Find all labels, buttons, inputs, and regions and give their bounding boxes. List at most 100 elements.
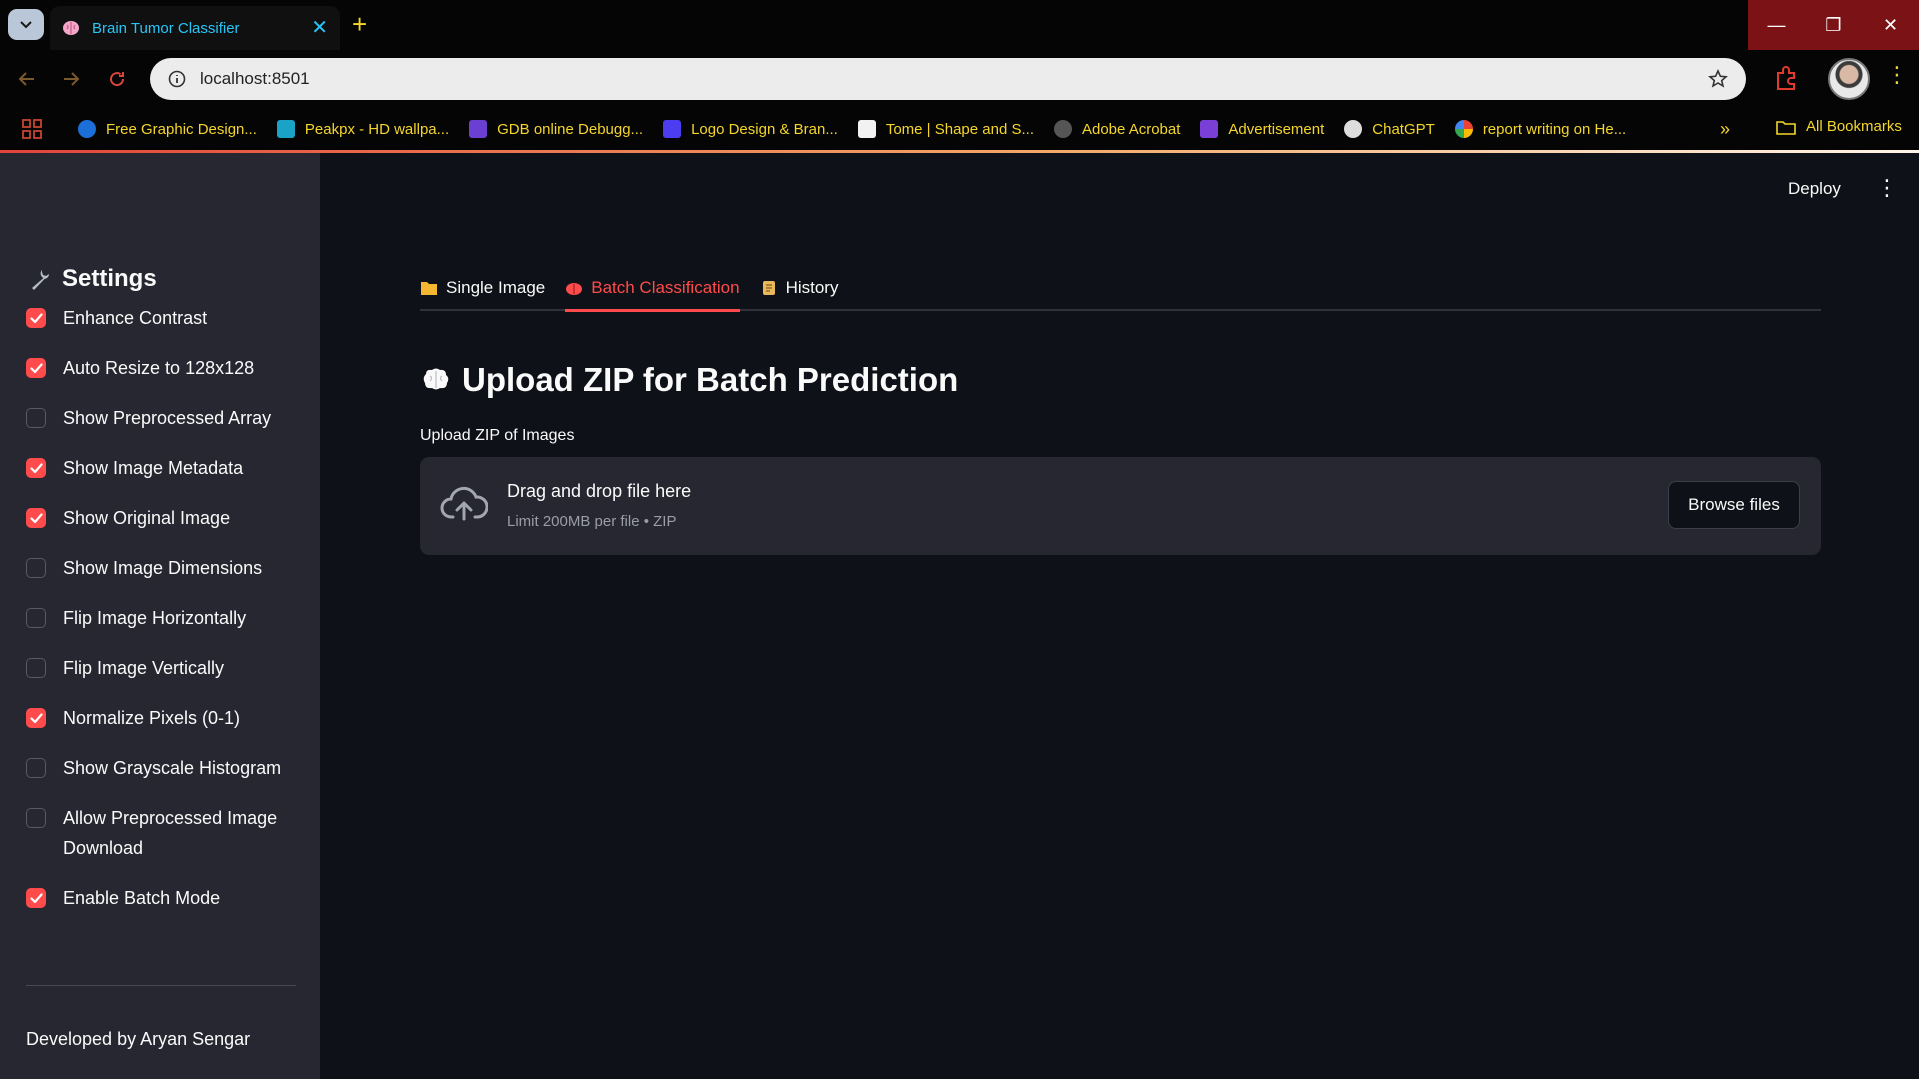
restore-button[interactable]: ❐	[1805, 0, 1862, 50]
settings-option[interactable]: Auto Resize to 128x128	[26, 353, 296, 383]
tab-bar: Single Image Batch Classification Histor…	[420, 267, 1821, 312]
chevron-down-icon	[20, 20, 32, 28]
checkbox-unchecked[interactable]	[26, 408, 46, 428]
advertisement-icon	[1200, 120, 1219, 138]
window-controls: — ❐ ✕	[1748, 0, 1919, 50]
scroll-icon	[762, 281, 775, 295]
checkbox-unchecked[interactable]	[26, 758, 46, 778]
checkbox-checked[interactable]	[26, 358, 46, 378]
bookmark-item[interactable]: report writing on He...	[1454, 120, 1626, 138]
avatar[interactable]	[1828, 58, 1870, 100]
settings-option-label: Show Image Metadata	[63, 458, 244, 478]
settings-option[interactable]: Show Original Image	[26, 503, 296, 533]
settings-option[interactable]: Show Preprocessed Array	[26, 403, 296, 433]
url-text: localhost:8501	[200, 69, 310, 88]
sidebar-footer: Developed by Aryan Sengar	[26, 1029, 251, 1049]
close-window-button[interactable]: ✕	[1862, 0, 1919, 50]
address-bar[interactable]: localhost:8501	[150, 58, 1746, 100]
minimize-button[interactable]: —	[1748, 0, 1805, 50]
file-dropzone[interactable]: Drag and drop file here Limit 200MB per …	[420, 457, 1821, 555]
sidebar: Settings Enhance Contrast Auto Resize to …	[0, 153, 320, 1079]
arrow-right-icon	[64, 72, 80, 86]
settings-option[interactable]: Show Image Dimensions	[26, 553, 296, 583]
chatgpt-icon	[1344, 120, 1363, 138]
settings-checkbox-list: Enhance Contrast Auto Resize to 128x128 Sh…	[26, 303, 296, 933]
settings-option-label: Show Original Image	[63, 508, 231, 528]
settings-option[interactable]: Normalize Pixels (0-1)	[26, 703, 296, 733]
checkmark-icon	[29, 892, 43, 903]
bookmark-item[interactable]: Logo Design & Bran...	[663, 120, 838, 138]
bookmark-item[interactable]: GDB online Debugg...	[469, 120, 643, 138]
forward-button[interactable]	[58, 66, 84, 92]
browser-menu-icon[interactable]: ⋮	[1886, 64, 1908, 86]
bookmark-item[interactable]: Adobe Acrobat	[1053, 120, 1180, 138]
checkbox-checked[interactable]	[26, 458, 46, 478]
dropzone-limit: Limit 200MB per file • ZIP	[507, 513, 677, 530]
settings-option-label: Flip Image Horizontally	[63, 608, 247, 628]
folder-icon	[421, 282, 437, 295]
peakpx-icon	[276, 120, 295, 138]
all-bookmarks-button[interactable]: All Bookmarks	[1776, 118, 1902, 135]
bookmark-item[interactable]: Peakpx - HD wallpa...	[276, 120, 449, 138]
cloud-upload-icon	[440, 486, 488, 521]
bookmarks-bar: Free Graphic Design... Peakpx - HD wallp…	[0, 108, 1919, 150]
arrow-left-icon	[18, 72, 34, 86]
browser-tab[interactable]: Brain Tumor Classifier ✕	[50, 6, 340, 50]
bookmark-item[interactable]: Tome | Shape and S...	[857, 120, 1034, 138]
settings-option[interactable]: Enable Batch Mode	[26, 883, 296, 913]
checkbox-checked[interactable]	[26, 708, 46, 728]
brain-icon	[63, 21, 79, 35]
settings-option[interactable]: Show Grayscale Histogram	[26, 753, 296, 783]
bookmarks-overflow-button[interactable]: »	[1720, 119, 1730, 140]
tab-batch-classification[interactable]: Batch Classification	[565, 267, 740, 312]
logo-design-icon	[663, 120, 682, 138]
deploy-button[interactable]: Deploy	[1788, 179, 1841, 199]
browse-files-button[interactable]: Browse files	[1668, 481, 1800, 529]
folder-icon	[1776, 120, 1796, 135]
google-icon	[1454, 120, 1473, 138]
new-tab-button[interactable]: +	[352, 10, 367, 38]
star-icon[interactable]	[1708, 69, 1728, 89]
tome-icon	[857, 120, 876, 138]
settings-option-label: Auto Resize to 128x128	[63, 358, 255, 378]
globe-icon	[1053, 120, 1072, 138]
browser-tab-strip: Brain Tumor Classifier ✕ + — ❐ ✕	[0, 0, 1919, 50]
sidebar-divider	[26, 985, 296, 986]
checkbox-checked[interactable]	[26, 508, 46, 528]
tab-history[interactable]: History	[760, 267, 838, 309]
checkbox-checked[interactable]	[26, 308, 46, 328]
checkmark-icon	[29, 312, 43, 323]
settings-option-label: Show Image Dimensions	[63, 558, 263, 578]
back-button[interactable]	[14, 66, 40, 92]
settings-option-label: Enhance Contrast	[63, 308, 208, 328]
reload-icon	[110, 72, 125, 87]
tab-single-image[interactable]: Single Image	[420, 267, 545, 309]
bookmark-item[interactable]: Free Graphic Design...	[78, 120, 257, 138]
bookmark-item[interactable]: ChatGPT	[1344, 120, 1435, 138]
settings-option[interactable]: Flip Image Vertically	[26, 653, 296, 683]
info-icon[interactable]	[168, 70, 186, 88]
main-menu-icon[interactable]: ⋮	[1876, 177, 1898, 199]
close-icon[interactable]: ✕	[311, 18, 328, 38]
checkbox-checked[interactable]	[26, 888, 46, 908]
extensions-icon[interactable]	[1772, 64, 1800, 92]
gdb-icon	[469, 120, 488, 138]
settings-option-label: Show Preprocessed Array	[63, 408, 272, 428]
checkbox-unchecked[interactable]	[26, 608, 46, 628]
canva-icon	[78, 120, 96, 138]
settings-option[interactable]: Show Image Metadata	[26, 453, 296, 483]
settings-option[interactable]: Enhance Contrast	[26, 303, 296, 333]
checkbox-unchecked[interactable]	[26, 808, 46, 828]
checkbox-unchecked[interactable]	[26, 558, 46, 578]
upload-label: Upload ZIP of Images	[420, 427, 575, 444]
settings-option-label: Show Grayscale Histogram	[63, 758, 282, 778]
bookmark-item[interactable]: Advertisement	[1200, 120, 1324, 138]
settings-option[interactable]: Flip Image Horizontally	[26, 603, 296, 633]
browser-toolbar: localhost:8501 ⋮	[0, 50, 1919, 108]
tab-search-button[interactable]	[8, 9, 44, 40]
settings-option[interactable]: Allow Preprocessed Image Download	[26, 803, 296, 863]
sidebar-heading: Settings	[28, 265, 157, 293]
apps-grid-icon[interactable]	[22, 119, 42, 139]
checkbox-unchecked[interactable]	[26, 658, 46, 678]
reload-button[interactable]	[104, 66, 130, 92]
